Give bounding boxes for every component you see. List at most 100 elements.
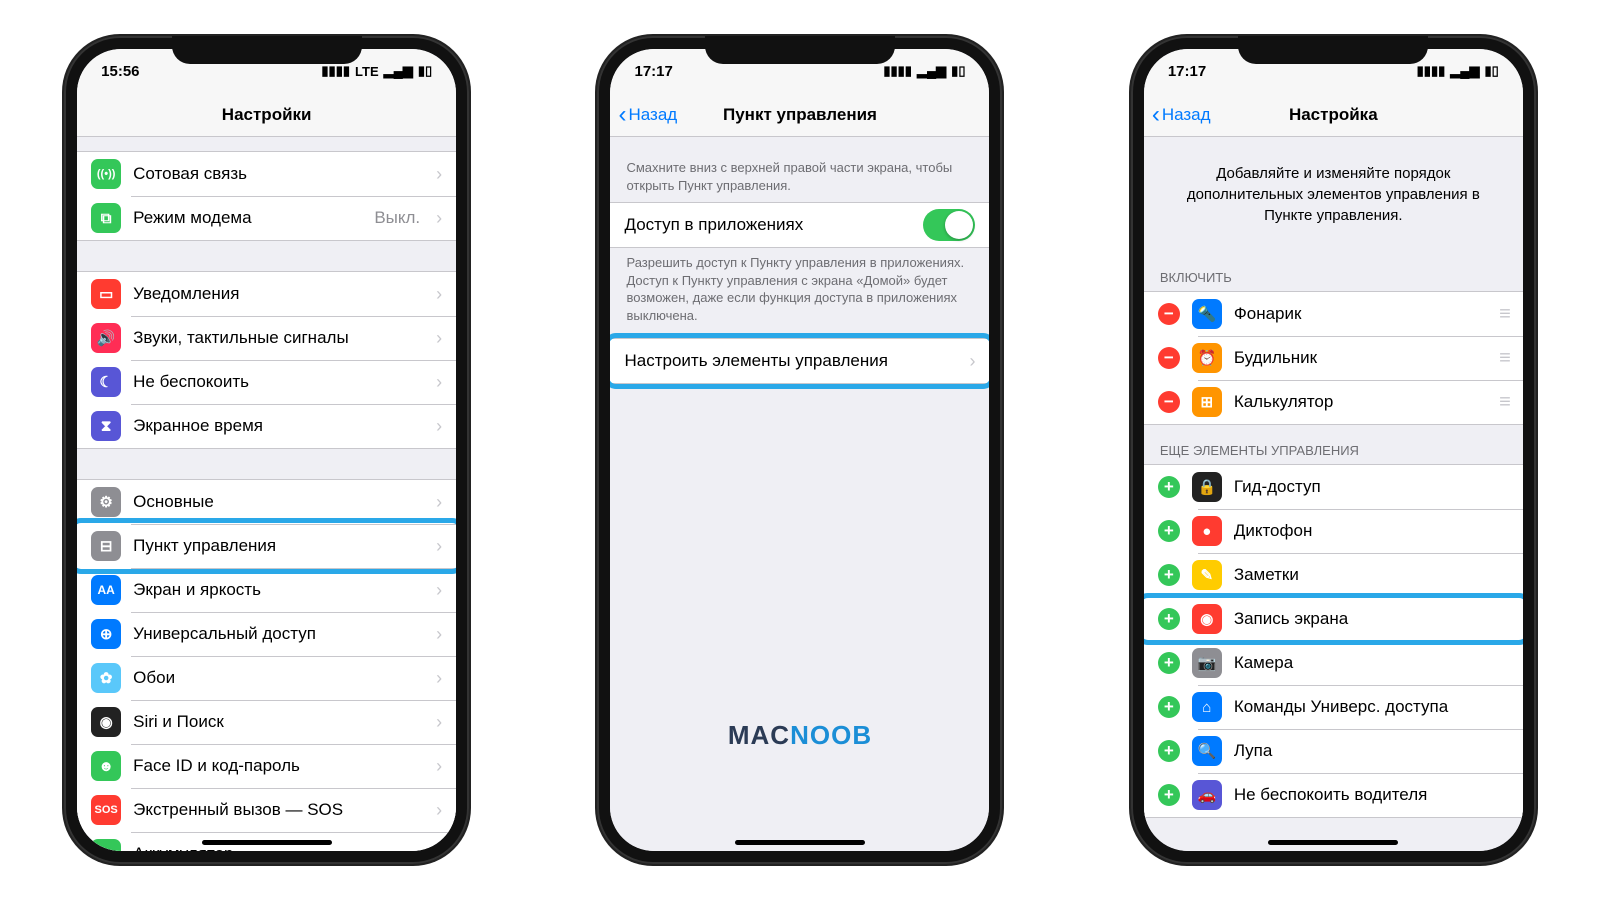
chevron-icon: › [436, 712, 442, 733]
chevron-icon: › [436, 800, 442, 821]
toggle-switch[interactable] [923, 209, 975, 241]
row-label: Пункт управления [133, 536, 420, 556]
drag-handle-icon[interactable]: ≡ [1499, 391, 1509, 414]
add-button[interactable]: + [1158, 608, 1180, 630]
row-label: Звуки, тактильные сигналы [133, 328, 420, 348]
notes-icon: ✎ [1192, 560, 1222, 590]
phone-frame-1: 15:56 ▮▮▮▮ LTE ▂▄▆ ▮▯ Настройки ((•)) Со… [64, 36, 469, 864]
row-notes[interactable]: + ✎ Заметки [1144, 553, 1523, 597]
accessibility-icon: ⊕ [91, 619, 121, 649]
chevron-icon: › [969, 351, 975, 372]
battery-icon: ▮▯ [1485, 63, 1499, 79]
row-label: Универсальный доступ [133, 624, 420, 644]
notifications-icon: ▭ [91, 279, 121, 309]
row-cellular[interactable]: ((•)) Сотовая связь › [77, 152, 456, 196]
row-label: Режим модема [133, 208, 362, 228]
row-magnifier[interactable]: + 🔍 Лупа [1144, 729, 1523, 773]
screen-2: 17:17 ▮▮▮▮ ▂▄▆ ▮▯ ‹ Назад Пункт управлен… [610, 49, 989, 851]
chevron-icon: › [436, 284, 442, 305]
notch [172, 36, 362, 64]
row-label: Калькулятор [1234, 392, 1487, 412]
home-indicator[interactable] [1268, 840, 1398, 845]
row-flashlight[interactable]: − 🔦 Фонарик ≡ [1144, 292, 1523, 336]
row-accessibility[interactable]: ⊕ Универсальный доступ › [77, 612, 456, 656]
more-list: + 🔒 Гид-доступ + ● Диктофон + ✎ Заметки … [1144, 464, 1523, 818]
flashlight-icon: 🔦 [1192, 299, 1222, 329]
status-right: ▮▮▮▮ ▂▄▆ ▮▯ [1417, 63, 1499, 79]
row-label: Диктофон [1234, 521, 1509, 541]
row-screen-recording[interactable]: + ◉ Запись экрана [1144, 597, 1523, 641]
add-button[interactable]: + [1158, 564, 1180, 586]
battery-icon: ▮▯ [951, 63, 965, 79]
row-customize-controls[interactable]: Настроить элементы управления › [610, 339, 989, 383]
signal-icon: ▮▮▮▮ [321, 63, 350, 79]
home-indicator[interactable] [735, 840, 865, 845]
row-label: Не беспокоить [133, 372, 420, 392]
customize-content[interactable]: Добавляйте и изменяйте порядок дополните… [1144, 137, 1523, 851]
siri-icon: ◉ [91, 707, 121, 737]
add-button[interactable]: + [1158, 652, 1180, 674]
row-hotspot[interactable]: ⧉ Режим модема Выкл. › [77, 196, 456, 240]
sos-icon: SOS [91, 795, 121, 825]
row-alarm[interactable]: − ⏰ Будильник ≡ [1144, 336, 1523, 380]
row-screentime[interactable]: ⧗ Экранное время › [77, 404, 456, 448]
row-dnd-driving[interactable]: + 🚗 Не беспокоить водителя [1144, 773, 1523, 817]
row-dnd[interactable]: ☾ Не беспокоить › [77, 360, 456, 404]
display-icon: AA [91, 575, 121, 605]
row-camera[interactable]: + 📷 Камера [1144, 641, 1523, 685]
remove-button[interactable]: − [1158, 391, 1180, 413]
settings-content[interactable]: ((•)) Сотовая связь › ⧉ Режим модема Вык… [77, 137, 456, 851]
signal-icon: ▮▮▮▮ [883, 63, 912, 79]
control-center-icon: ⊟ [91, 531, 121, 561]
calculator-icon: ⊞ [1192, 387, 1222, 417]
remove-button[interactable]: − [1158, 303, 1180, 325]
row-siri[interactable]: ◉ Siri и Поиск › [77, 700, 456, 744]
battery-icon: ▮▯ [418, 63, 432, 79]
add-button[interactable]: + [1158, 740, 1180, 762]
row-label: Сотовая связь [133, 164, 420, 184]
chevron-icon: › [436, 624, 442, 645]
add-button[interactable]: + [1158, 520, 1180, 542]
status-right: ▮▮▮▮ ▂▄▆ ▮▯ [883, 63, 965, 79]
battery-icon: ▬ [91, 839, 121, 851]
row-apps-access[interactable]: Доступ в приложениях [610, 203, 989, 247]
row-notifications[interactable]: ▭ Уведомления › [77, 272, 456, 316]
dnd-driving-icon: 🚗 [1192, 780, 1222, 810]
add-button[interactable]: + [1158, 476, 1180, 498]
row-label: Фонарик [1234, 304, 1487, 324]
accessibility-shortcut-icon: ⌂ [1192, 692, 1222, 722]
add-button[interactable]: + [1158, 696, 1180, 718]
row-sos[interactable]: SOS Экстренный вызов — SOS › [77, 788, 456, 832]
cellular-icon: ((•)) [91, 159, 121, 189]
add-button[interactable]: + [1158, 784, 1180, 806]
back-label: Назад [1162, 105, 1211, 125]
guided-access-icon: 🔒 [1192, 472, 1222, 502]
control-center-content: Смахните вниз с верхней правой части экр… [610, 137, 989, 851]
row-value: Выкл. [374, 208, 420, 228]
row-voice-memos[interactable]: + ● Диктофон [1144, 509, 1523, 553]
phone-frame-3: 17:17 ▮▮▮▮ ▂▄▆ ▮▯ ‹ Назад Настройка Доба… [1131, 36, 1536, 864]
drag-handle-icon[interactable]: ≡ [1499, 303, 1509, 326]
row-general[interactable]: ⚙ Основные › [77, 480, 456, 524]
row-accessibility-shortcut[interactable]: + ⌂ Команды Универс. доступа [1144, 685, 1523, 729]
status-time: 17:17 [1168, 63, 1206, 80]
row-label: Siri и Поиск [133, 712, 420, 732]
row-sounds[interactable]: 🔊 Звуки, тактильные сигналы › [77, 316, 456, 360]
status-time: 17:17 [634, 63, 672, 80]
row-wallpaper[interactable]: ✿ Обои › [77, 656, 456, 700]
status-time: 15:56 [101, 63, 139, 80]
row-calculator[interactable]: − ⊞ Калькулятор ≡ [1144, 380, 1523, 424]
back-button[interactable]: ‹ Назад [618, 103, 677, 127]
general-icon: ⚙ [91, 487, 121, 517]
back-button[interactable]: ‹ Назад [1152, 103, 1211, 127]
row-guided-access[interactable]: + 🔒 Гид-доступ [1144, 465, 1523, 509]
row-control-center[interactable]: ⊟ Пункт управления › [77, 524, 456, 568]
remove-button[interactable]: − [1158, 347, 1180, 369]
drag-handle-icon[interactable]: ≡ [1499, 347, 1509, 370]
row-label: Аккумулятор [133, 844, 420, 851]
home-indicator[interactable] [202, 840, 332, 845]
row-faceid[interactable]: ☻ Face ID и код-пароль › [77, 744, 456, 788]
row-label: Настроить элементы управления [624, 351, 953, 371]
row-display[interactable]: AA Экран и яркость › [77, 568, 456, 612]
row-label: Уведомления [133, 284, 420, 304]
